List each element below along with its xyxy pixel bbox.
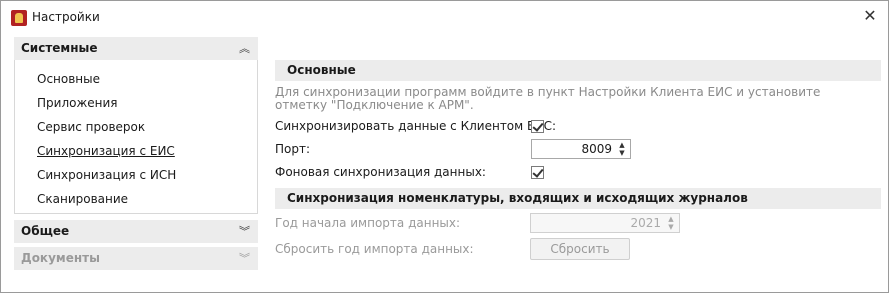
sidebar-item-check-service[interactable]: Сервис проверок (15, 115, 257, 139)
bg-sync-checkbox[interactable] (531, 166, 544, 179)
sidebar-item-isn-sync[interactable]: Синхронизация с ИСН (15, 163, 257, 187)
bg-sync-row: Фоновая синхронизация данных: (275, 161, 881, 184)
reset-year-label: Сбросить год импорта данных: (275, 242, 474, 256)
sidebar-group-documents: Документы ︾ (14, 247, 258, 270)
sync-eis-row: Синхронизировать данные с Клиентом ЕИС: (275, 115, 881, 138)
section-header-nomenclature: Синхронизация номенклатуры, входящих и и… (275, 188, 881, 209)
sync-eis-label: Синхронизировать данные с Клиентом ЕИС: (275, 119, 556, 133)
sidebar-group-label: Системные (21, 41, 98, 55)
port-row: Порт: 8009 ▲ ▼ (275, 138, 881, 161)
sidebar-item-apps[interactable]: Приложения (15, 91, 257, 115)
title-bar: Настройки ✕ (1, 1, 888, 35)
sidebar-group-label: Общее (21, 224, 70, 238)
port-value: 8009 (581, 142, 612, 156)
sidebar-group-system-items: Основные Приложения Сервис проверок Синх… (14, 60, 258, 214)
app-logo-icon (11, 10, 27, 26)
chevron-down-double-icon: ︾ (239, 252, 250, 265)
sidebar-group-label: Документы (21, 251, 100, 265)
spinner-arrows-icon: ▲ ▼ (668, 215, 674, 231)
settings-sidebar: Системные ︽ Основные Приложения Сервис п… (14, 37, 258, 270)
spinner-arrows-icon[interactable]: ▲ ▼ (617, 141, 627, 157)
section-header-main: Основные (275, 60, 881, 81)
sidebar-item-eis-sync[interactable]: Синхронизация с ЕИС (15, 139, 257, 163)
bg-sync-label: Фоновая синхронизация данных: (275, 165, 486, 179)
import-year-row: Год начала импорта данных: 2021 ▲ ▼ (275, 212, 881, 235)
settings-panel: Основные Для синхронизации программ войд… (275, 60, 881, 261)
reset-year-button[interactable]: Сбросить (530, 238, 630, 260)
sync-instructions-note: Для синхронизации программ войдите в пун… (275, 85, 821, 112)
import-year-label: Год начала импорта данных: (275, 216, 461, 230)
settings-window: Настройки ✕ Системные ︽ Основные Приложе… (0, 0, 889, 293)
import-year-value: 2021 (630, 216, 661, 230)
close-icon[interactable]: ✕ (862, 8, 878, 24)
sidebar-group-system[interactable]: Системные ︽ (14, 37, 258, 60)
chevron-down-double-icon[interactable]: ︾ (239, 220, 250, 243)
import-year-spinbox: 2021 ▲ ▼ (530, 213, 680, 233)
port-label: Порт: (275, 142, 311, 156)
sync-eis-checkbox[interactable] (531, 120, 544, 133)
chevron-up-double-icon[interactable]: ︽ (239, 37, 250, 60)
window-title: Настройки (32, 10, 100, 24)
sidebar-item-main[interactable]: Основные (15, 67, 257, 91)
sidebar-item-scanning[interactable]: Сканирование (15, 187, 257, 211)
sidebar-group-general[interactable]: Общее ︾ (14, 220, 258, 243)
port-spinbox[interactable]: 8009 ▲ ▼ (531, 139, 631, 159)
reset-year-row: Сбросить год импорта данных: Сбросить (275, 238, 881, 261)
